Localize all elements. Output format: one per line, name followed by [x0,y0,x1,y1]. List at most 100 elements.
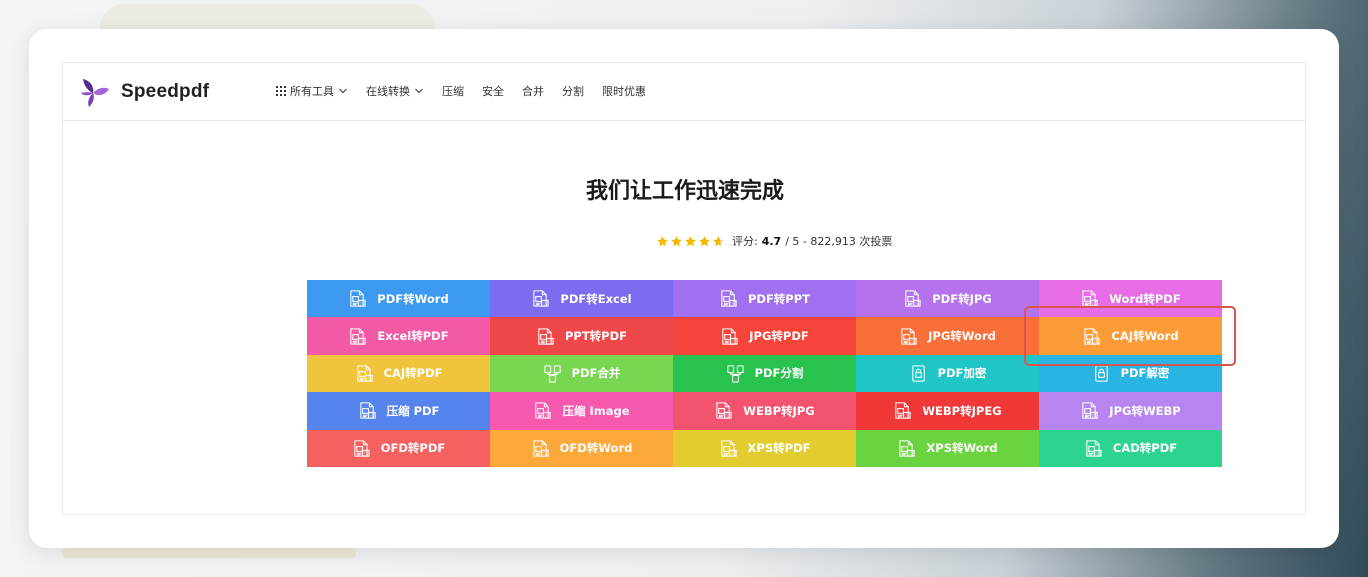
nav-item-5[interactable]: 分割 [562,83,584,99]
tool-label: PDF转Word [377,291,449,306]
nav-item-2[interactable]: 压缩 [442,83,464,99]
star-icon [671,235,682,246]
caj-to-word-icon [1084,327,1101,345]
tool-label: WEBP转JPEG [922,403,1002,418]
tool-label: PDF解密 [1120,366,1170,381]
nav-item-6[interactable]: 限时优惠 [602,83,646,99]
ofd-to-word-icon [532,440,549,457]
site-header: Speedpdf 所有工具 在线转换 压缩 安全 合并 分割 限时优惠 [63,63,1305,121]
pdf-to-ppt-icon [721,290,737,307]
tool-button[interactable]: WEBP转JPEG [856,392,1039,430]
jpg-to-pdf-icon [722,327,738,345]
tool-button[interactable]: PDF加密 [856,354,1039,393]
nav-item-4[interactable]: 合并 [522,83,544,99]
tool-label: PPT转PDF [564,329,628,344]
tool-button[interactable]: CAJ转PDF [307,354,490,393]
tool-button[interactable]: PDF转JPG [856,280,1039,318]
tool-button[interactable]: PDF转PPT [673,280,856,318]
nav-item-label: 在线转换 [366,85,410,98]
pdf-decrypt-icon [1094,365,1108,382]
caj-to-pdf-icon [356,365,373,382]
nav-item-0[interactable]: 所有工具 [276,83,348,99]
tool-label: PDF转PPT [747,291,811,306]
rating-votes: / 5 - 822,913 次投票 [785,235,893,248]
tool-label: WEBP转JPG [743,403,815,418]
tool-button[interactable]: XPS转Word [856,429,1039,467]
nav-item-label: 压缩 [442,85,464,98]
tool-button[interactable]: PDF转Word [307,280,490,318]
tool-label: OFD转PDF [380,441,446,456]
pdf-merge-icon [543,365,561,383]
xps-to-pdf-icon [720,440,737,457]
star-icon [657,235,668,246]
tool-button[interactable]: Word转PDF [1039,280,1222,318]
tool-label: PDF转Excel [560,291,632,306]
tool-label: CAJ转Word [1111,329,1179,344]
pdf-to-jpg-icon [905,290,921,307]
tool-button[interactable]: CAD转PDF [1039,429,1222,467]
brand-name: Speedpdf [121,81,210,102]
tool-button[interactable]: XPS转PDF [673,429,856,467]
tool-label: 压缩 PDF [386,403,440,418]
tool-label: XPS转PDF [747,441,811,456]
ofd-to-pdf-icon [354,440,370,457]
compress-image-icon [535,402,552,419]
page-content: Speedpdf 所有工具 在线转换 压缩 安全 合并 分割 限时优惠 我们让工作迅速完成 … [62,62,1306,515]
tool-label: XPS转Word [926,441,998,456]
tool-button[interactable]: 压缩 Image [490,392,673,430]
tool-button[interactable]: JPG转PDF [673,317,856,355]
tool-label: PDF合并 [571,366,621,381]
nav-item-label: 限时优惠 [602,85,646,98]
rating-stars [656,235,725,248]
excel-to-pdf-icon [350,327,367,345]
pdf-to-excel-icon [533,290,550,307]
tool-label: Excel转PDF [377,329,449,344]
nav-item-label: 安全 [482,85,504,98]
tool-button[interactable]: 压缩 PDF [307,392,490,430]
word-to-pdf-icon [1082,290,1098,307]
tool-button[interactable]: PDF合并 [490,354,673,393]
tool-label: JPG转Word [928,329,996,344]
xps-to-word-icon [899,440,916,457]
nav-item-label: 所有工具 [290,85,334,98]
nav-item-label: 分割 [562,85,584,98]
pdf-to-word-icon [350,290,366,307]
nav-item-label: 合并 [522,85,544,98]
chevron-down-icon [339,88,347,94]
tool-label: CAJ转PDF [383,366,443,381]
page-title: 我们让工作迅速完成 [585,179,784,204]
ppt-to-pdf-icon [538,327,554,345]
tool-button[interactable]: PDF分割 [673,354,856,393]
logo[interactable]: Speedpdf [77,73,209,111]
webp-to-jpg-icon [716,402,732,419]
background-strip [62,548,356,558]
tool-label: JPG转PDF [749,329,809,344]
tool-button[interactable]: JPG转Word [856,317,1039,355]
tool-button[interactable]: WEBP转JPG [673,392,856,430]
webp-to-jpeg-icon [895,402,911,419]
grid-icon [276,86,286,96]
tool-label: PDF分割 [754,366,804,381]
tool-button[interactable]: JPG转WEBP [1039,392,1222,430]
tool-button[interactable]: PDF解密 [1039,354,1222,393]
tool-button[interactable]: Excel转PDF [307,317,490,355]
tool-button[interactable]: OFD转Word [490,429,673,467]
jpg-to-webp-icon [1082,402,1098,419]
compress-pdf-icon [359,402,376,419]
tool-button[interactable]: CAJ转Word [1039,317,1222,355]
nav-item-3[interactable]: 安全 [482,83,504,99]
rating-row: 评分: 4.7 / 5 - 822,913 次投票 [656,233,892,249]
tool-label: CAD转PDF [1112,441,1178,456]
nav-item-1[interactable]: 在线转换 [366,83,424,99]
tool-label: 压缩 Image [562,403,630,418]
chevron-down-icon [415,88,423,94]
tool-label: JPG转WEBP [1109,403,1181,418]
tool-label: Word转PDF [1109,291,1181,306]
tool-button[interactable]: PDF转Excel [490,280,673,318]
tool-label: PDF加密 [937,366,987,381]
butterfly-logo-icon [81,79,109,107]
tool-button[interactable]: PPT转PDF [490,317,673,355]
rating-label: 评分: [732,235,758,248]
tool-label: PDF转JPG [932,291,992,306]
tool-button[interactable]: OFD转PDF [307,429,490,467]
